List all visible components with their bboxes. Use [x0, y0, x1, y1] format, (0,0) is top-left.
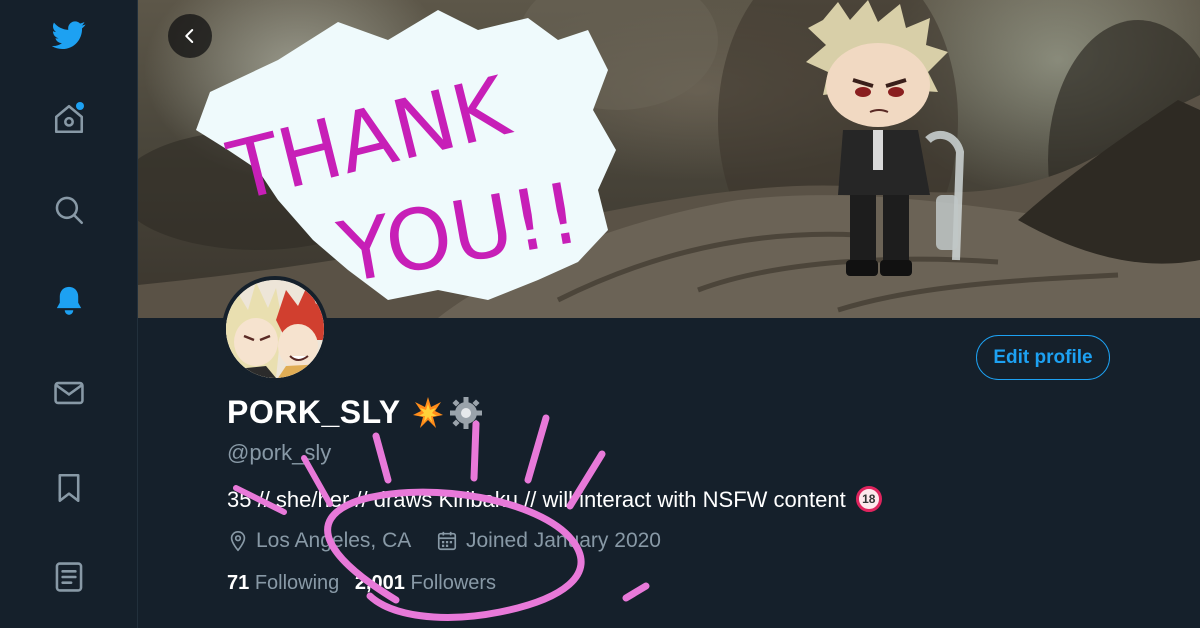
no-under-18-icon: 18 [855, 486, 882, 513]
avatar-image [226, 280, 324, 378]
avatar[interactable] [222, 276, 328, 382]
search-icon [55, 196, 84, 225]
bio-text: 35 // she/her // draws Kiribaku // will … [227, 487, 846, 512]
followers-label: Followers [410, 572, 497, 594]
collision-icon [413, 397, 443, 428]
following-label: Following [254, 572, 340, 594]
followers-link[interactable]: 2,001 Followers [355, 572, 496, 594]
nav-notifications[interactable] [44, 276, 94, 326]
notification-dot [76, 102, 84, 110]
nav-messages[interactable] [44, 368, 94, 418]
calendar-icon [437, 531, 457, 551]
nav-explore[interactable] [44, 185, 94, 235]
following-link[interactable]: 71 Following [227, 572, 345, 594]
handle: @pork_sly [227, 440, 332, 465]
back-button[interactable] [168, 14, 212, 58]
envelope-icon [54, 381, 84, 405]
gear-icon [450, 397, 482, 429]
list-icon [55, 562, 83, 592]
profile-banner[interactable]: THANK YOU!! [138, 0, 1200, 318]
bookmark-icon [58, 473, 80, 503]
joined-date: Joined January 2020 [466, 529, 661, 552]
twitter-logo[interactable] [44, 10, 94, 60]
nav-home[interactable] [44, 94, 94, 144]
following-count: 71 [227, 572, 250, 594]
sidebar [0, 0, 138, 628]
twitter-bird-icon [52, 21, 86, 50]
follow-stats: 71 Following 2,001 Followers [227, 572, 496, 595]
display-name: PORK_SLY [227, 394, 401, 430]
banner-photo: THANK YOU!! [138, 0, 1200, 318]
edit-profile-button[interactable]: Edit profile [976, 335, 1110, 380]
location-pin-icon [230, 531, 246, 552]
thank-you-sticker: THANK YOU!! [196, 10, 616, 302]
location: Los Angeles, CA [256, 529, 412, 552]
nav-bookmarks[interactable] [44, 463, 94, 513]
chevron-left-icon [185, 29, 194, 43]
bell-icon [56, 286, 82, 315]
nav-lists[interactable] [44, 552, 94, 602]
bio: 35 // she/her // draws Kiribaku // will … [227, 486, 882, 514]
profile-main: THANK YOU!! Edit profile PORK_SLY @pork_… [138, 0, 1200, 628]
followers-count: 2,001 [354, 572, 405, 594]
